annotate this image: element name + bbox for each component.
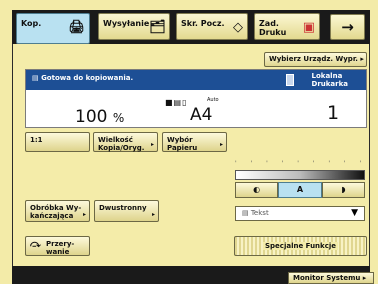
special-functions-button[interactable]: Specjalne Funkcje [234,236,367,256]
printer-line2: Drukarka [311,80,348,88]
density-controls: ◐ A ◗ [235,182,365,198]
paper-label-1: Wybór [167,136,193,144]
zoom-value: 100 [75,107,108,127]
copy-icon: 🖨 [68,20,85,35]
special-functions-label: Specjalne Funkcje [263,242,338,250]
finishing-label-2: kańczająca [30,212,74,220]
chevron-right-icon: ▸ [151,211,155,218]
tab-mailbox-label: Skr. Pocz. [181,19,225,28]
density-scale: ' ' ' ' ' ' ' ' ' ' ' ' ' [235,160,365,167]
tab-copy[interactable]: Kop. 🖨 [16,13,90,44]
duplex-button[interactable]: Dwustronny ▸ [94,200,159,222]
tab-mailbox[interactable]: Skr. Pocz. ◇ [176,13,248,40]
copier-icon: ▤ [32,74,42,82]
darker-button[interactable]: ◗ [321,182,365,198]
finishing-button[interactable]: Obróbka Wy- kańczająca ▸ [25,200,90,222]
ratio-1-1-button[interactable]: 1:1 [25,132,90,152]
auto-density-button[interactable]: A [278,182,322,198]
tab-send-label: Wysyłanie [103,19,150,28]
duplex-label: Dwustronny [99,204,147,212]
size-label-2: Kopia/Oryg. [98,144,145,152]
local-printer-icon [286,74,294,86]
document-icon: ▤ [242,209,251,217]
next-arrow-button[interactable]: → [330,14,365,40]
density-gradient [235,170,365,180]
original-type-value: Tekst [250,209,269,217]
chevron-right-icon: ▸ [219,141,223,148]
tab-send[interactable]: Wysyłanie 🗂 [98,13,170,40]
system-monitor-button[interactable]: Monitor Systemu ▸ [288,272,374,284]
printer-name: Lokalna Drukarka [312,72,348,88]
paper-feed-icon: ■▤▯ [165,98,188,107]
status-message: Gotowa do kopiowania. [41,74,134,82]
tab-copy-label: Kop. [21,19,42,28]
ratio-label: 1:1 [30,136,43,144]
interrupt-label-2: wanie [46,248,70,256]
zoom-readout: 100 % [75,107,124,127]
tab-bar: Kop. 🖨 Wysyłanie 🗂 Skr. Pocz. ◇ Zad. Dru… [12,10,370,44]
paper-label-2: Papieru [167,144,198,152]
copy-count: 1 [327,102,340,124]
tab-print-jobs-label: Zad. Druku [259,19,287,37]
printer-line1: Lokalna [311,72,343,80]
size-ratio-button[interactable]: Wielkość Kopia/Oryg. ▸ [93,132,158,152]
paper-select-button[interactable]: Wybór Papieru ▸ [162,132,227,152]
paper-mode: Auto [207,97,219,103]
interrupt-icon: ⤼ [30,239,41,250]
size-label-1: Wielkość [98,136,133,144]
chevron-right-icon: ▸ [150,141,154,148]
status-header: ▤ Gotowa do kopiowania. Lokalna Drukarka [26,70,366,90]
tab-print-jobs[interactable]: Zad. Druku ▣ [254,13,320,40]
interrupt-label-1: Przery- [46,240,75,248]
lighter-button[interactable]: ◐ [235,182,279,198]
paper-size: A4 [190,105,213,125]
original-type-select[interactable]: ▤ Tekst ▼ [235,206,365,221]
chevron-right-icon: ▸ [82,211,86,218]
mailbox-icon: ◇ [233,20,243,35]
print-job-icon: ▣ [302,20,315,35]
send-icon: 🗂 [149,20,166,35]
finishing-label-1: Obróbka Wy- [30,204,82,212]
chevron-down-icon: ▼ [351,208,358,218]
zoom-unit: % [112,111,125,125]
interrupt-button[interactable]: ⤼ Przery- wanie [25,236,90,256]
select-output-device-button[interactable]: Wybierz Urządz. Wypr. ▸ [264,52,367,67]
